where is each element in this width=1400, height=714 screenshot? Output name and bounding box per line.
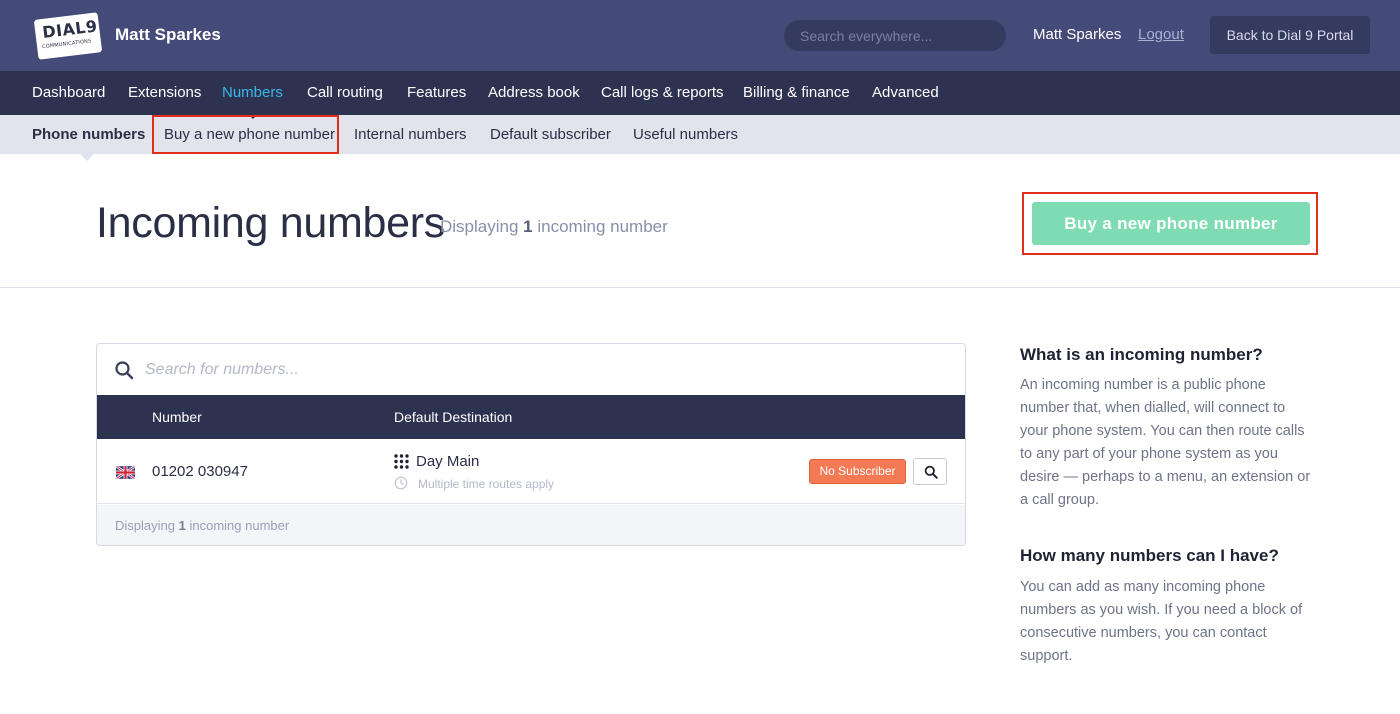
magnifier-icon <box>924 465 938 479</box>
status-badge[interactable]: No Subscriber <box>809 459 906 484</box>
back-to-portal-button[interactable]: Back to Dial 9 Portal <box>1210 16 1370 54</box>
subtitle-prefix: Displaying <box>440 217 519 236</box>
user-name: Matt Sparkes <box>1033 26 1122 43</box>
table-footer: Displaying 1 incoming number <box>97 505 965 545</box>
footer-suffix: incoming number <box>189 518 290 533</box>
subnav-internal-numbers[interactable]: Internal numbers <box>354 126 467 143</box>
nav-item-call-logs[interactable]: Call logs & reports <box>601 84 724 101</box>
row-search-button[interactable] <box>913 458 947 485</box>
page-title: Incoming numbers <box>96 199 445 247</box>
nav-item-billing[interactable]: Billing & finance <box>743 84 850 101</box>
nav-item-features[interactable]: Features <box>407 84 466 101</box>
numbers-search-input[interactable] <box>145 356 945 384</box>
section-divider <box>0 287 1400 288</box>
footer-prefix: Displaying <box>115 518 175 533</box>
nav-item-extensions[interactable]: Extensions <box>128 84 201 101</box>
nav-item-address-book[interactable]: Address book <box>488 84 580 101</box>
highlight-box-cta <box>1022 192 1318 255</box>
help-heading-incoming: What is an incoming number? <box>1020 345 1263 364</box>
table-header: Number Default Destination <box>97 395 965 439</box>
uk-flag-icon <box>116 466 135 479</box>
column-header-number[interactable]: Number <box>152 409 202 425</box>
main-nav: Dashboard Extensions Numbers Call routin… <box>0 71 1400 115</box>
subnav-useful-numbers[interactable]: Useful numbers <box>633 126 738 143</box>
help-heading-limit: How many numbers can I have? <box>1020 546 1279 565</box>
highlight-box-subnav <box>152 115 339 154</box>
account-name: Matt Sparkes <box>115 25 221 44</box>
help-text-incoming: An incoming number is a public phone num… <box>1020 377 1311 508</box>
destination-name[interactable]: Day Main <box>416 453 479 470</box>
logout-link[interactable]: Logout <box>1138 26 1184 43</box>
subtitle-suffix: incoming number <box>537 217 668 236</box>
subtitle-count: 1 <box>523 217 533 236</box>
nav-item-advanced[interactable]: Advanced <box>872 84 939 101</box>
phone-number[interactable]: 01202 030947 <box>152 463 248 480</box>
ivr-menu-icon <box>394 454 409 469</box>
numbers-search-bar <box>97 344 965 395</box>
footer-count: 1 <box>178 518 186 533</box>
table-row[interactable]: 01202 030947 Day Main Multiple time rout… <box>97 439 965 504</box>
subnav-phone-numbers[interactable]: Phone numbers <box>32 126 145 143</box>
dial9-logo[interactable]: DIAL9 COMMUNICATIONS <box>33 12 103 60</box>
active-tab-caret <box>80 154 94 161</box>
column-header-destination[interactable]: Default Destination <box>394 409 512 425</box>
subnav-default-subscriber[interactable]: Default subscriber <box>490 126 611 143</box>
top-header: DIAL9 COMMUNICATIONS Matt Sparkes Matt S… <box>0 0 1400 71</box>
clock-icon <box>394 476 408 490</box>
global-search-input[interactable] <box>784 20 1006 51</box>
nav-item-dashboard[interactable]: Dashboard <box>32 84 105 101</box>
numbers-panel: Number Default Destination 01202 030947 … <box>96 343 966 546</box>
destination-note: Multiple time routes apply <box>418 477 555 491</box>
footer-count-text: Displaying 1 incoming number <box>115 518 289 533</box>
nav-item-numbers[interactable]: Numbers <box>222 84 283 101</box>
help-text-limit: You can add as many incoming phone numbe… <box>1020 579 1303 664</box>
nav-item-call-routing[interactable]: Call routing <box>307 84 383 101</box>
page-subtitle: Displaying 1 incoming number <box>440 217 668 237</box>
search-icon <box>115 361 134 380</box>
